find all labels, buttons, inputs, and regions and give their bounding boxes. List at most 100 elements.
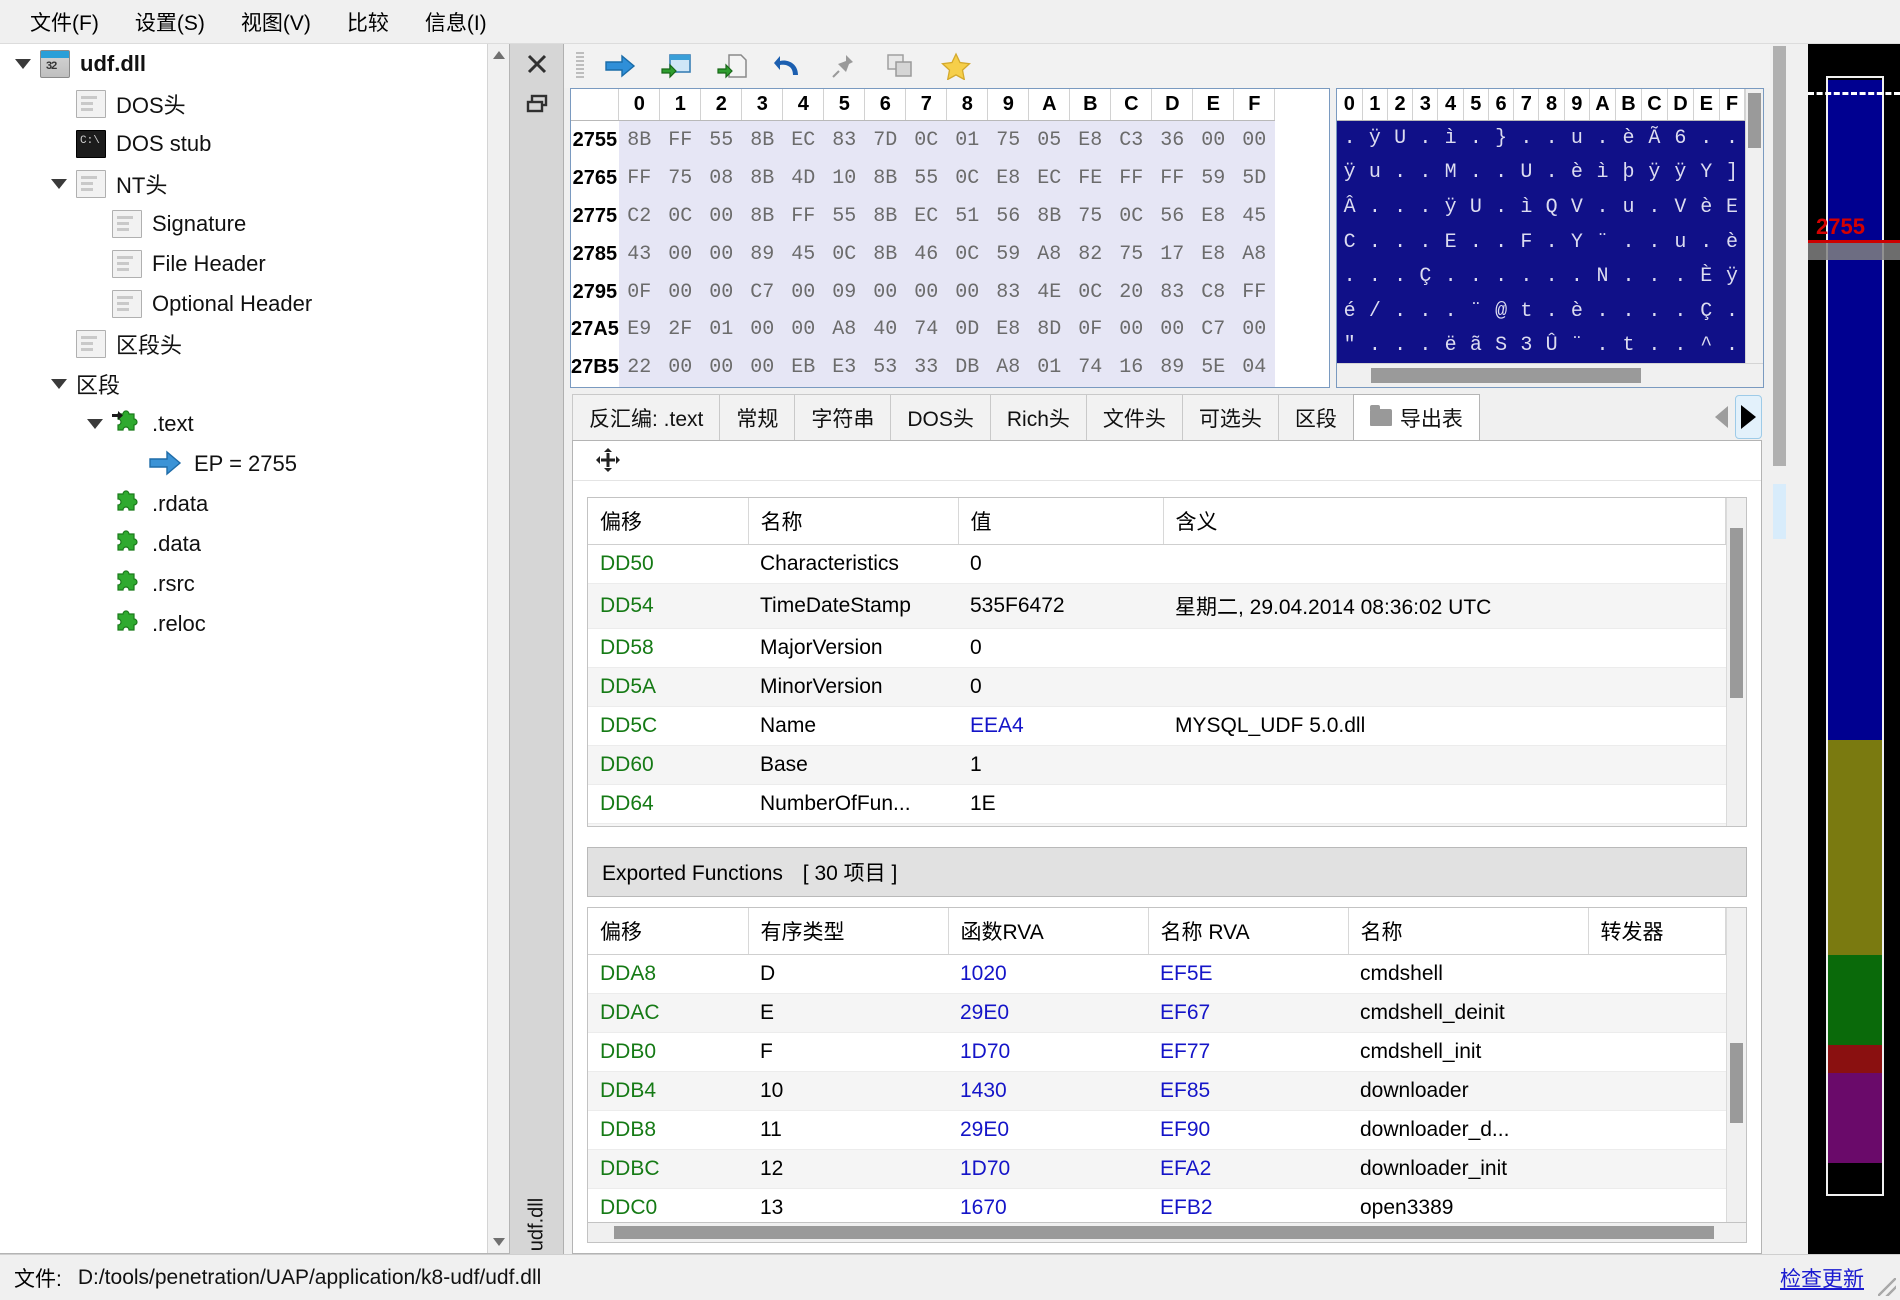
ascii-cell[interactable]: .	[1719, 120, 1745, 156]
tree-node-.reloc[interactable]: .reloc	[0, 604, 487, 644]
hex-byte-cell[interactable]: 00	[741, 348, 783, 387]
hex-byte-cell[interactable]: 00	[700, 273, 742, 311]
hex-byte-cell[interactable]: C2	[618, 197, 660, 236]
tab-5[interactable]: 文件头	[1085, 394, 1183, 440]
hex-byte-cell[interactable]: 45	[782, 235, 824, 274]
ascii-cell[interactable]: ¨	[1589, 224, 1616, 260]
hex-byte-cell[interactable]: 53	[864, 348, 906, 387]
hex-byte-cell[interactable]: 43	[618, 235, 660, 274]
export-dir-cell-value[interactable]: EEA4	[958, 706, 1163, 746]
hex-row[interactable]: 27B5 22 00 00 00 EB E3 53 33 DB A8 01 74 16 89 5E 04	[571, 348, 1275, 387]
tree-twisty-expanded[interactable]	[42, 179, 76, 189]
view-tab-bar[interactable]: 反汇编: .text 常规 字符串 DOS头 Rich头 文件头 可选头 区段 导出表	[564, 388, 1770, 440]
hex-byte-cell[interactable]: A8	[823, 311, 865, 349]
tree-node-[interactable]: 区段	[0, 364, 487, 404]
hex-byte-cell[interactable]: 01	[1028, 348, 1070, 387]
tab-1[interactable]: 常规	[719, 394, 796, 440]
menu-item-0[interactable]: 文件(F)	[14, 1, 115, 43]
ascii-cell[interactable]: @	[1488, 293, 1514, 329]
ascii-horizontal-scrollbar[interactable]	[1337, 363, 1763, 387]
hex-byte-cell[interactable]: A8	[987, 348, 1029, 387]
exported-fn-cell-name_rva[interactable]: EF67	[1148, 993, 1348, 1033]
ascii-cell[interactable]: .	[1589, 120, 1616, 156]
hex-byte-cell[interactable]: 17	[1151, 235, 1193, 274]
menu-item-2[interactable]: 视图(V)	[225, 1, 327, 43]
hex-byte-cell[interactable]: E8	[1192, 197, 1234, 236]
hex-byte-cell[interactable]: 8B	[864, 197, 906, 236]
hex-byte-cell[interactable]: C7	[1192, 311, 1234, 349]
ascii-cell[interactable]: Ç	[1412, 259, 1438, 294]
ascii-cell[interactable]: .	[1641, 224, 1668, 260]
hex-byte-cell[interactable]: 0D	[946, 311, 988, 349]
ascii-cell[interactable]: Q	[1538, 190, 1565, 225]
ascii-cell[interactable]: Y	[1693, 155, 1720, 191]
hex-byte-cell[interactable]: 4E	[1028, 273, 1070, 311]
section-map-segment-rdata[interactable]	[1828, 740, 1882, 955]
hex-byte-cell[interactable]: 8B	[864, 235, 906, 274]
hex-row[interactable]: 2765 FF 75 08 8B 4D 10 8B 55 0C E8 EC FE FF FF 59 5D	[571, 159, 1275, 198]
hex-byte-cell[interactable]: 00	[659, 348, 701, 387]
resize-grip[interactable]	[1878, 1278, 1896, 1296]
ascii-cell[interactable]: .	[1412, 120, 1438, 156]
ascii-cell[interactable]: .	[1437, 293, 1464, 329]
table-row[interactable]: DD50 Characteristics 0	[588, 544, 1726, 584]
ascii-cell[interactable]: .	[1615, 293, 1642, 329]
ascii-cell[interactable]: ¨	[1564, 328, 1590, 363]
ascii-cell[interactable]: .	[1463, 155, 1489, 191]
hex-byte-cell[interactable]: 8B	[864, 159, 906, 198]
ascii-cell[interactable]: .	[1641, 190, 1668, 225]
ascii-cell[interactable]: ì	[1589, 155, 1616, 191]
hex-byte-cell[interactable]: 74	[905, 311, 947, 349]
tree-node-Signature[interactable]: Signature	[0, 204, 487, 244]
ascii-cell[interactable]: Ç	[1693, 293, 1720, 329]
ascii-cell[interactable]: .	[1564, 259, 1590, 294]
ascii-cell[interactable]: }	[1488, 120, 1514, 156]
ascii-cell[interactable]: u	[1564, 120, 1590, 156]
hex-byte-cell[interactable]: 89	[1151, 348, 1193, 387]
ascii-row[interactable]: "... ë ã S 3 Û ¨. t.. ^.	[1337, 328, 1745, 363]
hex-byte-cell[interactable]: 8B	[1028, 197, 1070, 236]
hex-byte-cell[interactable]: 01	[700, 311, 742, 349]
ascii-cell[interactable]: .	[1667, 328, 1694, 363]
ascii-cell[interactable]: .	[1412, 190, 1438, 225]
restore-document-button[interactable]	[510, 84, 564, 124]
hex-byte-cell[interactable]: 8B	[618, 120, 660, 160]
hex-byte-cell[interactable]: E8	[987, 159, 1029, 198]
hex-byte-cell[interactable]: 56	[987, 197, 1029, 236]
menu-item-1[interactable]: 设置(S)	[119, 1, 221, 43]
table-row[interactable]: DDC0 13 1670 EFB2 open3389	[588, 1188, 1726, 1222]
hex-byte-cell[interactable]: 00	[659, 273, 701, 311]
ascii-cell[interactable]: .	[1387, 190, 1413, 225]
section-map-segment-rsrc[interactable]	[1828, 1045, 1882, 1073]
ascii-cell[interactable]: .	[1437, 259, 1464, 294]
hex-byte-cell[interactable]: EC	[782, 120, 824, 160]
ascii-cell[interactable]: .	[1538, 155, 1565, 191]
exported-functions-hscrollbar[interactable]	[587, 1222, 1747, 1243]
ascii-cell[interactable]: u	[1362, 155, 1388, 191]
check-update-link[interactable]: 检查更新	[1780, 1263, 1864, 1293]
tab-4[interactable]: Rich头	[989, 394, 1087, 440]
ascii-row[interactable]: Â...ÿU.ìQV.u.VèE	[1337, 190, 1745, 225]
ascii-cell[interactable]: Y	[1564, 224, 1590, 260]
load-to-window-button[interactable]	[654, 47, 698, 85]
ascii-cell[interactable]: .	[1538, 224, 1565, 260]
exported-fn-cell-name_rva[interactable]: EFB2	[1148, 1188, 1348, 1222]
close-document-button[interactable]	[510, 44, 564, 84]
hex-row[interactable]: 2755 8B FF 55 8B EC 83 7D 0C 01 75 05 E8 C3 36 00 00	[571, 120, 1275, 160]
ascii-cell[interactable]: .	[1538, 293, 1565, 329]
ascii-cell[interactable]: ì	[1437, 120, 1464, 156]
hex-byte-cell[interactable]: 83	[987, 273, 1029, 311]
ascii-cell[interactable]: t	[1513, 293, 1539, 329]
export-directory-grid[interactable]: 偏移 名称值含义 DD50 Characteristics 0 DD54 TimeDate…	[587, 496, 1747, 827]
move-cross-icon[interactable]	[595, 447, 621, 473]
hex-byte-cell[interactable]: 0C	[946, 159, 988, 198]
exported-fn-cell-func_rva[interactable]: 1430	[948, 1071, 1148, 1111]
menu-item-4[interactable]: 信息(I)	[409, 1, 503, 43]
scroll-thumb[interactable]	[614, 1225, 1714, 1239]
tab-nav-arrows[interactable]	[1708, 394, 1762, 440]
hex-byte-cell[interactable]: 36	[1151, 120, 1193, 160]
exported-fn-cell-func_rva[interactable]: 1670	[948, 1188, 1148, 1222]
exported-fn-cell-name_rva[interactable]: EF90	[1148, 1110, 1348, 1150]
tab-prev-button[interactable]	[1708, 395, 1735, 439]
ascii-cell[interactable]: U	[1387, 120, 1413, 156]
